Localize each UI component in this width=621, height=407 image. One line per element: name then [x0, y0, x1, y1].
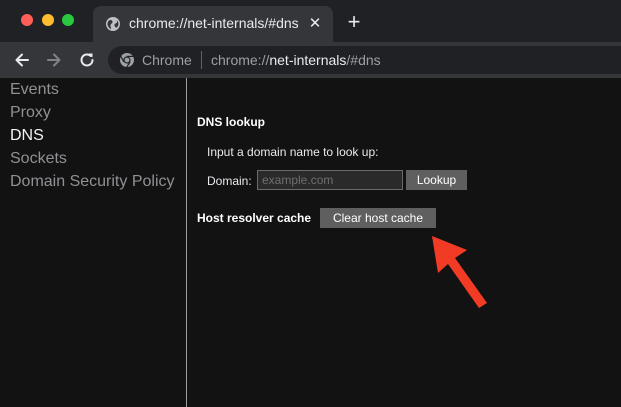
sidebar-item-dns[interactable]: DNS [10, 127, 44, 145]
tab-title: chrome://net-internals/#dns [129, 15, 299, 31]
lookup-button[interactable]: Lookup [406, 170, 467, 190]
pointer-arrow-icon [432, 236, 487, 308]
url-host: net-internals [269, 52, 347, 68]
sidebar: Events Proxy DNS Sockets Domain Security… [0, 78, 187, 407]
close-icon[interactable]: ✕ [307, 16, 323, 32]
reload-icon[interactable] [77, 50, 97, 70]
dns-panel: DNS lookup Input a domain name to look u… [187, 78, 621, 407]
site-chip[interactable]: Chrome [142, 52, 192, 68]
toolbar: Chrome chrome://net-internals/#dns [0, 42, 621, 78]
globe-icon [105, 16, 121, 32]
domain-label: Domain: [207, 174, 252, 188]
browser-window: chrome://net-internals/#dns ✕ + Chrome c… [0, 0, 621, 407]
clear-host-cache-button[interactable]: Clear host cache [320, 208, 436, 228]
url-text[interactable]: chrome://net-internals/#dns [211, 52, 381, 68]
sidebar-item-proxy[interactable]: Proxy [10, 104, 51, 122]
dns-lookup-title: DNS lookup [197, 115, 265, 129]
omnibox-divider [201, 51, 202, 69]
tab-strip: chrome://net-internals/#dns ✕ + [0, 0, 621, 42]
url-path: /#dns [346, 52, 381, 68]
domain-input[interactable] [257, 170, 403, 190]
active-tab[interactable]: chrome://net-internals/#dns ✕ [93, 6, 333, 42]
forward-arrow-icon[interactable] [44, 50, 64, 70]
page-content: Events Proxy DNS Sockets Domain Security… [0, 78, 621, 407]
sidebar-item-sockets[interactable]: Sockets [10, 150, 67, 168]
address-bar[interactable]: Chrome chrome://net-internals/#dns [108, 46, 621, 74]
url-scheme: chrome:// [211, 52, 270, 68]
maximize-window-button[interactable] [62, 14, 74, 26]
back-arrow-icon[interactable] [12, 50, 32, 70]
sidebar-item-events[interactable]: Events [10, 81, 59, 99]
host-resolver-cache-title: Host resolver cache [197, 211, 312, 225]
chrome-logo-icon [119, 52, 135, 68]
sidebar-item-domain-security-policy[interactable]: Domain Security Policy [10, 173, 175, 191]
lookup-prompt: Input a domain name to look up: [207, 145, 379, 159]
close-window-button[interactable] [21, 14, 33, 26]
minimize-window-button[interactable] [42, 14, 54, 26]
new-tab-icon[interactable]: + [344, 11, 364, 33]
